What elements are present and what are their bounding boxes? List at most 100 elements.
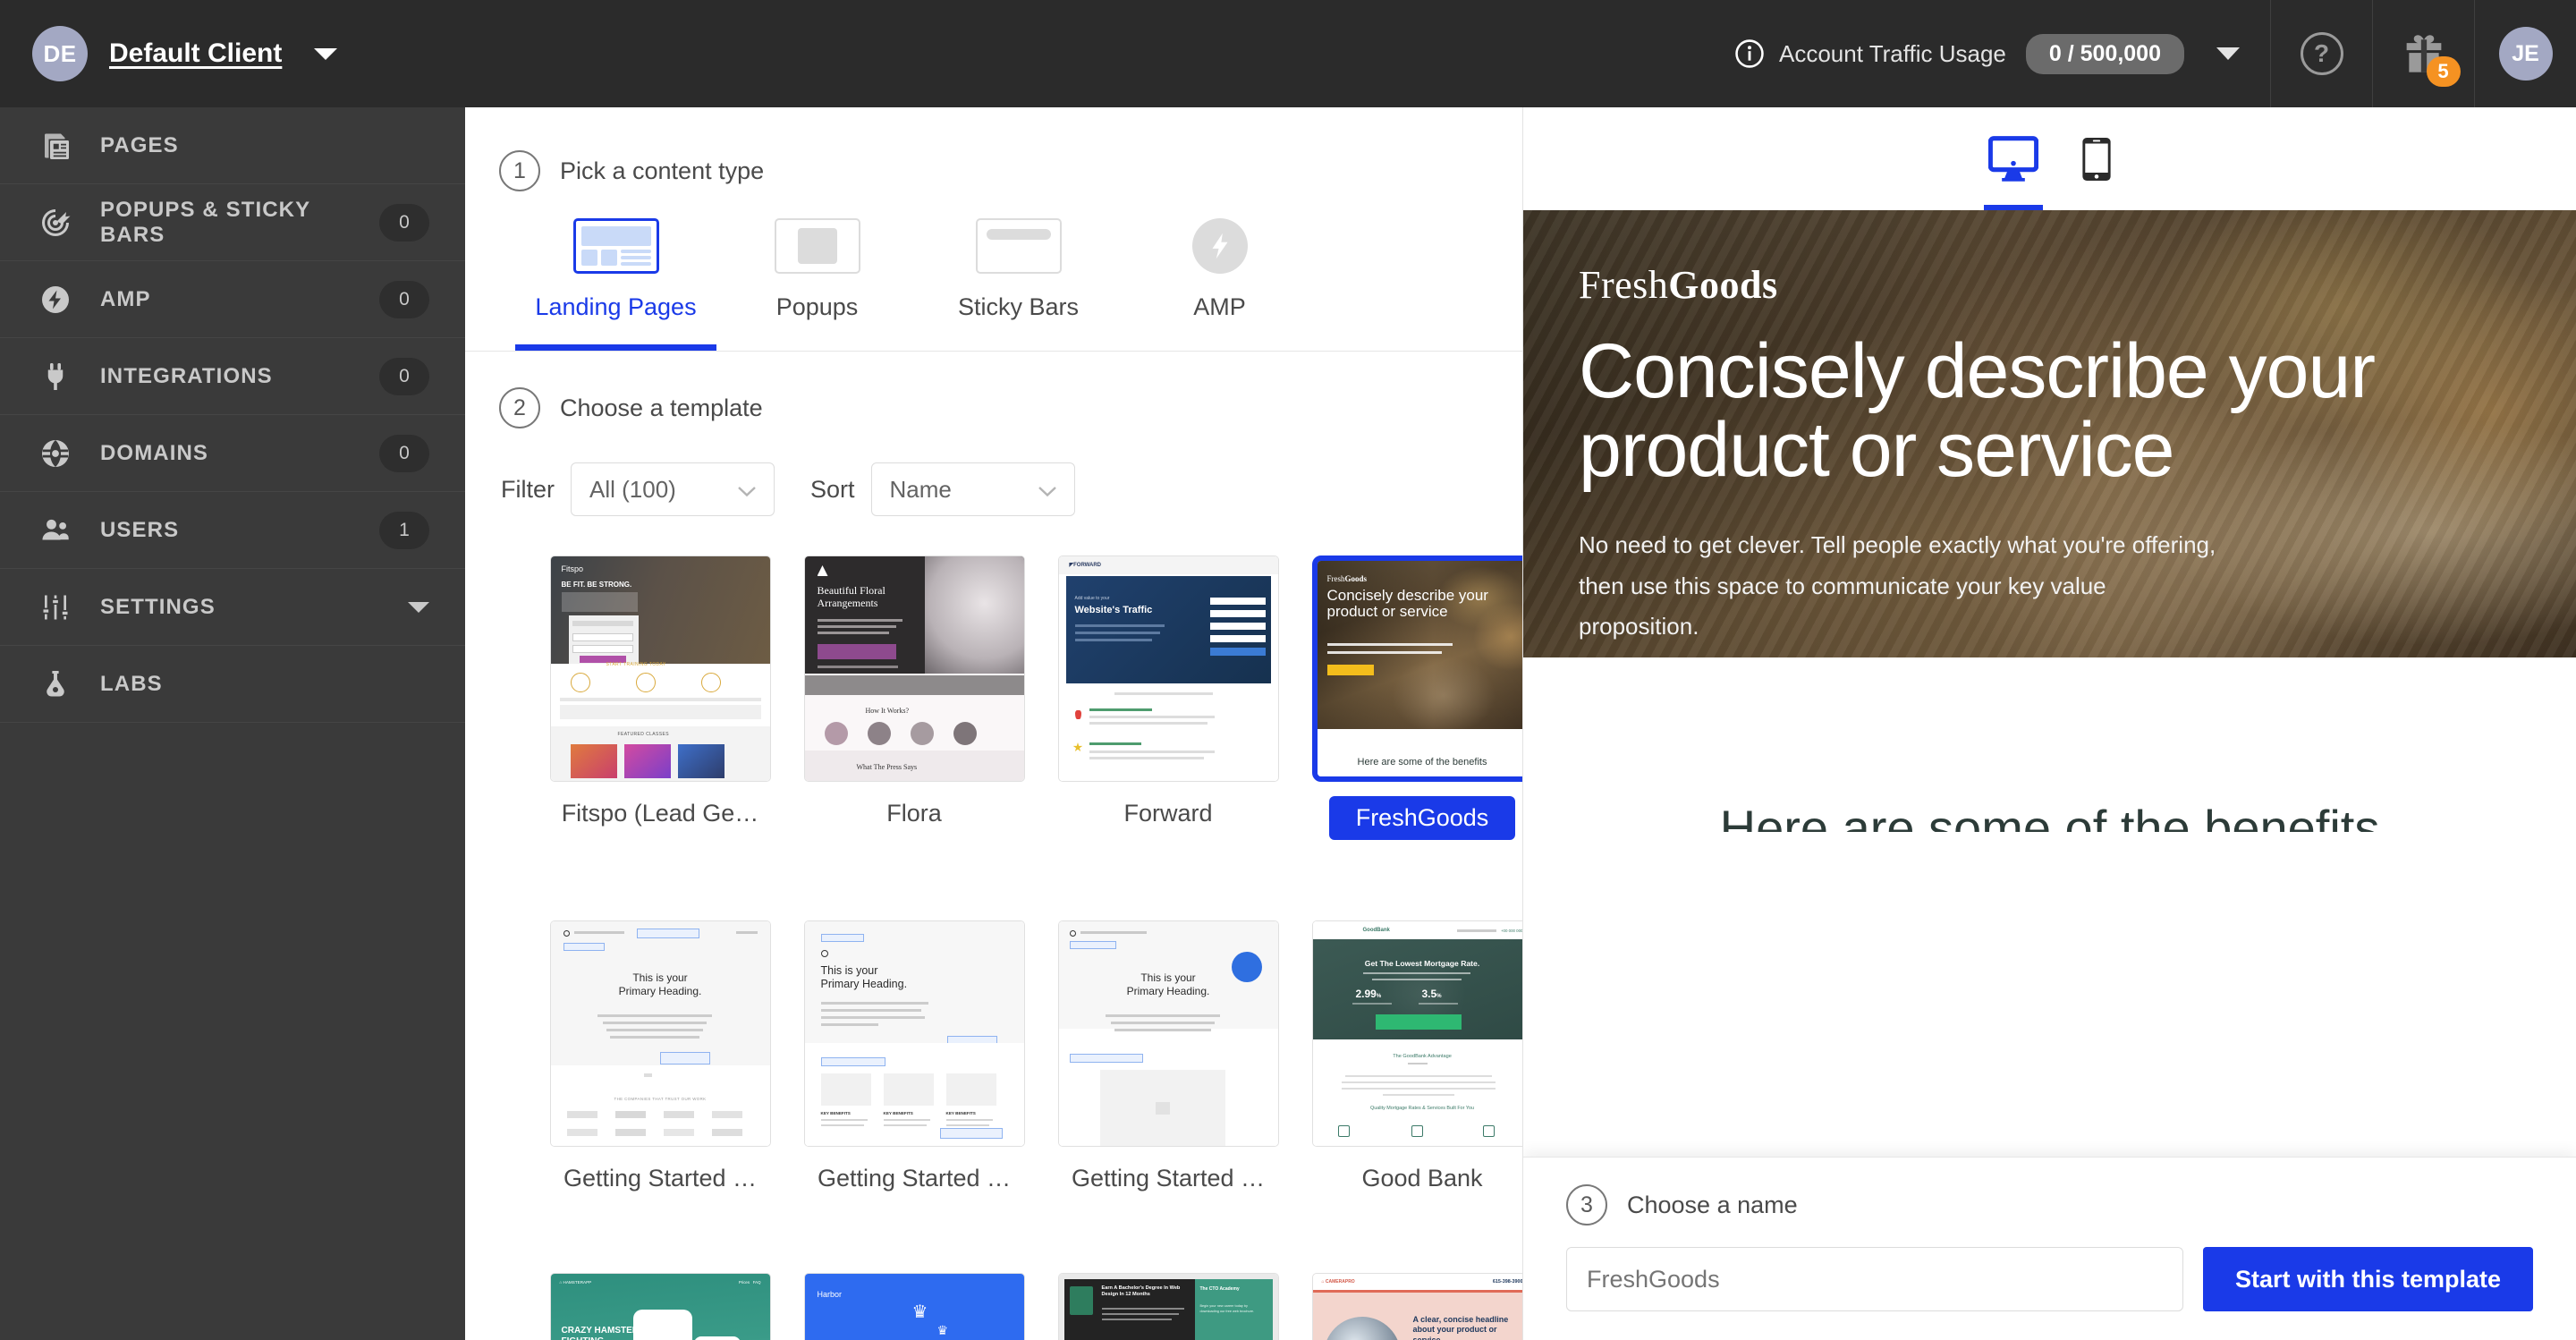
template-card[interactable]: Beautiful Floral Arrangements How It Work…: [787, 556, 1041, 840]
template-thumbnail: This is your Primary Heading. THE COMPANI…: [549, 920, 771, 1147]
tab-label: Popups: [775, 293, 859, 320]
tab-popups[interactable]: Popups: [716, 218, 918, 351]
filter-select[interactable]: All (100): [571, 462, 775, 516]
sidebar-item-label: LABS: [100, 671, 163, 696]
template-card[interactable]: This is your Primary Heading. Getting Sta: [1041, 920, 1295, 1192]
template-thumbnail: Fitspo BE FIT. BE STRONG. START TRAINING…: [549, 556, 771, 782]
tab-landing-pages[interactable]: Landing Pages: [515, 218, 716, 351]
mobile-icon: [2081, 137, 2111, 181]
template-card[interactable]: This is your Primary Heading. THE COMPANI…: [533, 920, 787, 1192]
sidebar-badge: 0: [379, 357, 429, 395]
desktop-icon: [1987, 135, 2038, 182]
start-with-template-button[interactable]: Start with this template: [2202, 1247, 2533, 1311]
step-3-title: Choose a name: [1627, 1191, 1798, 1218]
sidebar-item-integrations[interactable]: INTEGRATIONS 0: [0, 338, 465, 415]
sidebar: DE Default Client PAGES POPUPS & STICKY …: [0, 0, 465, 1340]
device-toggle: [1523, 107, 2576, 211]
sidebar-item-domains[interactable]: DOMAINS 0: [0, 415, 465, 492]
preview-benefits-heading: Here are some of the benefits: [1719, 800, 2380, 832]
sidebar-item-labs[interactable]: LABS: [0, 646, 465, 723]
client-switcher[interactable]: DE Default Client: [0, 0, 465, 107]
tab-active-underline: [716, 344, 918, 351]
sidebar-item-users[interactable]: USERS 1: [0, 492, 465, 569]
sidebar-badge: 0: [379, 434, 429, 472]
template-thumbnail: ⌂ HAMSTERAPP Prices FAQ CRAZY HAMSTERSFI…: [549, 1273, 771, 1340]
filter-sort-row: Filter All (100) Sort Name: [499, 462, 1522, 516]
tab-label: Landing Pages: [535, 293, 697, 320]
sort-label: Sort: [810, 475, 855, 503]
step-1-header: 1 Pick a content type: [499, 150, 1522, 191]
chevron-down-icon[interactable]: [408, 601, 429, 613]
tab-label: Sticky Bars: [957, 293, 1080, 320]
rewards-button[interactable]: 5: [2372, 0, 2474, 107]
chevron-down-icon[interactable]: [314, 47, 338, 60]
amp-bolt-icon: [1191, 218, 1248, 274]
template-card[interactable]: ⌂ HAMSTERAPP Prices FAQ CRAZY HAMSTERSFI…: [533, 1273, 787, 1340]
sort-value: Name: [889, 475, 952, 503]
sidebar-item-pages[interactable]: PAGES: [0, 107, 465, 184]
template-card[interactable]: Fitspo BE FIT. BE STRONG. START TRAINING…: [533, 556, 787, 840]
info-icon: [1734, 38, 1765, 69]
sidebar-item-label: INTEGRATIONS: [100, 363, 273, 388]
preview-headline: Concisely describe your product or servi…: [1579, 328, 2376, 493]
sticky-bar-icon: [975, 218, 1062, 274]
template-card[interactable]: Harbor ♛ ♛ A headline that clearly state…: [787, 1273, 1041, 1340]
step-1-section: 1 Pick a content type Landing Pages Popu…: [465, 107, 1522, 351]
template-list-scrollbar[interactable]: [1516, 107, 1522, 1340]
template-name: Fitspo (Lead Ge…: [561, 800, 759, 827]
tab-amp[interactable]: AMP: [1119, 218, 1320, 351]
template-name: Getting Started …: [817, 1165, 1012, 1192]
template-name: FreshGoods: [1328, 796, 1516, 840]
sidebar-badge: 0: [379, 203, 429, 242]
traffic-label: Account Traffic Usage: [1779, 39, 2006, 67]
template-thumbnail: This is your Primary Heading.: [1057, 920, 1279, 1147]
template-preview-panel: FreshGoods Concisely describe your produ…: [1523, 107, 2576, 1340]
template-card[interactable]: Earn A Bachelor's Degree In Web Design I…: [1041, 1273, 1295, 1340]
flask-icon: [36, 665, 75, 704]
template-card[interactable]: ◤FORWARD Add value to your Website's Tra…: [1041, 556, 1295, 840]
sidebar-item-amp[interactable]: AMP 0: [0, 261, 465, 338]
user-menu-button[interactable]: JE: [2474, 0, 2576, 107]
sort-select[interactable]: Name: [870, 462, 1075, 516]
step-3-header: 3 Choose a name: [1566, 1184, 2533, 1226]
step-1-title: Pick a content type: [560, 157, 765, 184]
template-card-selected[interactable]: FreshGoods Concisely describe your produ…: [1295, 556, 1522, 840]
preview-hero: FreshGoods Concisely describe your produ…: [1523, 210, 2576, 657]
sidebar-item-label: POPUPS & STICKY BARS: [100, 197, 310, 247]
template-name: Flora: [886, 800, 942, 827]
device-desktop-button[interactable]: [1983, 135, 2043, 211]
globe-icon: [36, 434, 75, 473]
body-split: 1 Pick a content type Landing Pages Popu…: [465, 107, 2576, 1340]
sidebar-item-label: AMP: [100, 286, 151, 311]
template-chooser-panel: 1 Pick a content type Landing Pages Popu…: [465, 107, 1523, 1340]
account-traffic-usage[interactable]: Account Traffic Usage 0 / 500,000: [1734, 33, 2270, 74]
avatar: JE: [2498, 27, 2553, 81]
filter-label: Filter: [501, 475, 555, 503]
preview-benefits-section: Here are some of the benefits: [1523, 657, 2576, 832]
sidebar-item-popups-sticky-bars[interactable]: POPUPS & STICKY BARS 0: [0, 184, 465, 261]
template-card[interactable]: ⌂ CAMERAPRO 615-398-3900 A clear, concis…: [1295, 1273, 1522, 1340]
template-thumbnail: Harbor ♛ ♛ A headline that clearly state…: [803, 1273, 1025, 1340]
template-card[interactable]: This is your Primary Heading. KEY BENEFI…: [787, 920, 1041, 1192]
help-button[interactable]: ?: [2270, 0, 2372, 107]
template-name-input[interactable]: [1566, 1247, 2183, 1311]
gift-icon: 5: [2400, 30, 2461, 87]
sliders-icon: [36, 588, 75, 627]
chevron-down-icon[interactable]: [2216, 47, 2240, 60]
users-icon: [36, 511, 75, 550]
template-thumbnail: FreshGoods Concisely describe your produ…: [1311, 556, 1522, 782]
device-mobile-button[interactable]: [2081, 137, 2112, 182]
tab-sticky-bars[interactable]: Sticky Bars: [918, 218, 1119, 351]
popup-icon: [774, 218, 860, 274]
bolt-icon: [36, 280, 75, 319]
sidebar-item-settings[interactable]: SETTINGS: [0, 569, 465, 646]
preview-brand: FreshGoods: [1579, 262, 2576, 308]
step-3-section: 3 Choose a name Start with this template: [1523, 1157, 2576, 1340]
client-name[interactable]: Default Client: [109, 38, 282, 69]
step-2-section: 2 Choose a template Filter All (100) Sor…: [465, 352, 1522, 1340]
tab-active-underline: [515, 344, 716, 351]
template-card[interactable]: GoodBank +00 000 000 Get The Lowest Mort…: [1295, 920, 1522, 1192]
content-type-tabs: Landing Pages Popups Sticky Bars AMP: [499, 218, 1522, 351]
template-name: Getting Started …: [563, 1165, 758, 1192]
step-2-title: Choose a template: [560, 394, 763, 421]
